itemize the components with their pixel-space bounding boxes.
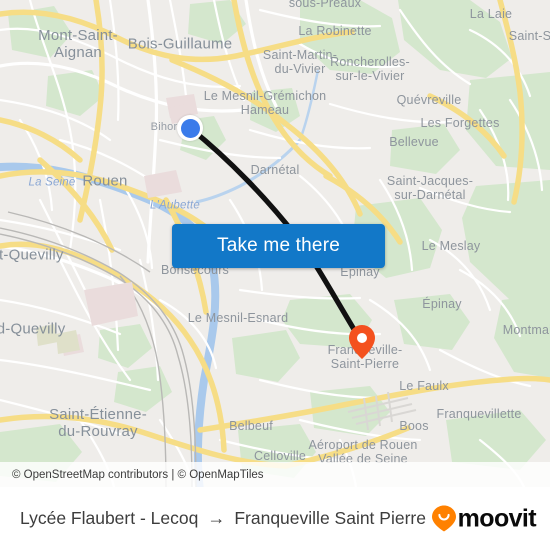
route-origin-label: Lycée Flaubert - Lecoq [20,508,199,528]
route-summary: Lycée Flaubert - Lecoq → Franqueville Sa… [20,508,426,529]
destination-marker[interactable] [349,325,375,359]
route-destination-label: Franqueville Saint Pierre [234,508,426,528]
attribution-osm[interactable]: © OpenStreetMap contributors [12,469,168,481]
moovit-pin-icon [431,505,456,532]
map-canvas[interactable]: Mont-Saint- Aignan Bois-Guillaume Rouen Sai… [0,0,550,487]
arrow-right-icon: → [207,508,226,528]
moovit-logo[interactable]: moovit [431,504,537,533]
origin-marker[interactable] [177,115,203,141]
attribution-tiles[interactable]: © OpenMapTiles [178,469,264,481]
attribution-separator: | [168,468,178,481]
map-pin-icon [349,325,375,359]
moovit-route-widget: Mont-Saint- Aignan Bois-Guillaume Rouen Sai… [0,0,550,550]
moovit-wordmark: moovit [457,504,537,532]
take-me-there-button[interactable]: Take me there [172,224,385,268]
origin-marker-dot [180,118,200,138]
route-footer: Lycée Flaubert - Lecoq → Franqueville Sa… [0,487,550,550]
map-attribution: © OpenStreetMap contributors | © OpenMap… [0,462,550,487]
